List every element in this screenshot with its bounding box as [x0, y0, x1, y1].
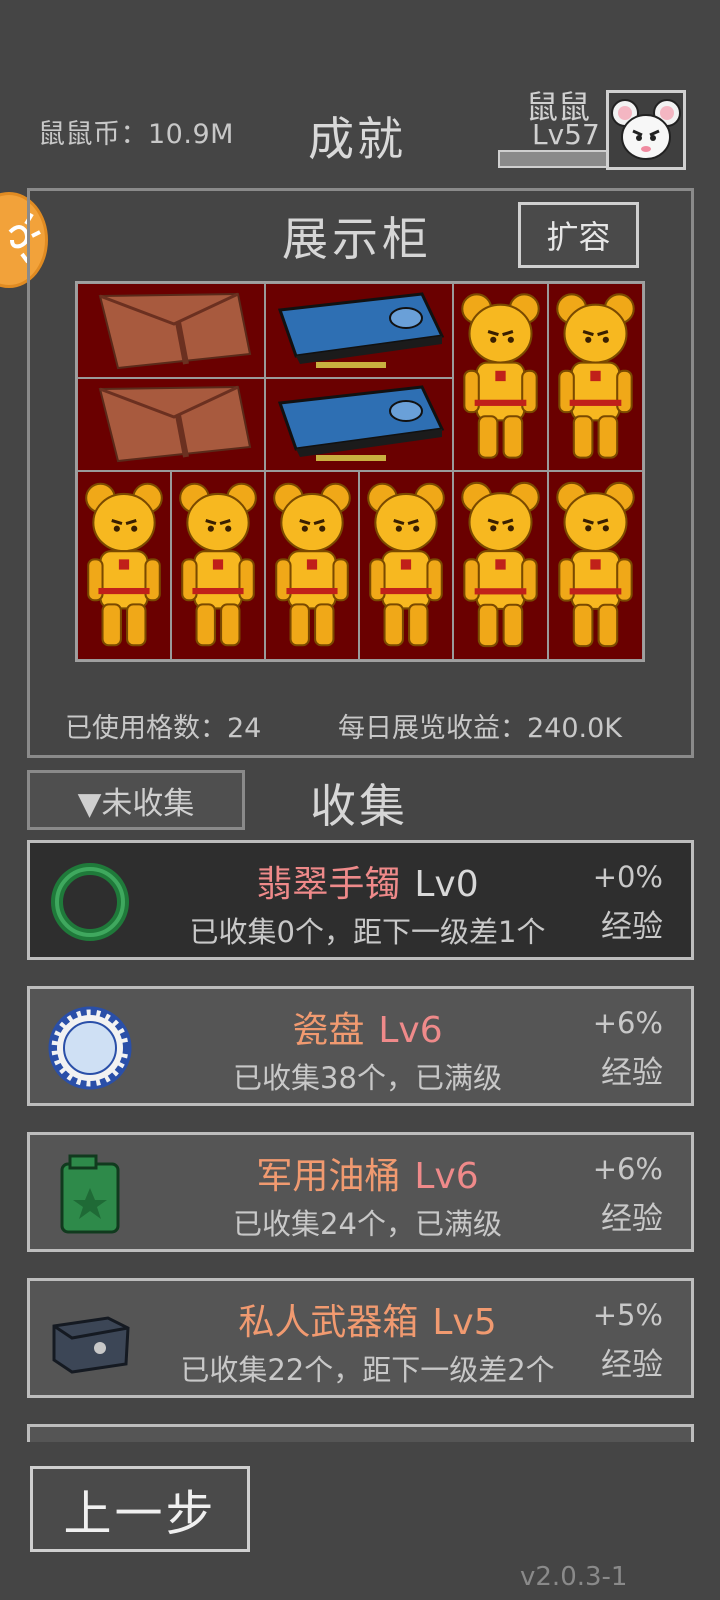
- gold-bear-icon: [367, 482, 445, 647]
- avatar[interactable]: [606, 90, 686, 170]
- showcase-slot[interactable]: [77, 471, 171, 660]
- weapon-case-icon: [52, 1316, 130, 1374]
- showcase-grid: [75, 281, 645, 662]
- item-bonus: +6%: [592, 1152, 663, 1186]
- exp-label: 经验: [601, 1055, 663, 1091]
- item-name: 军用油桶: [256, 1156, 401, 1197]
- porcelain-plate-icon: [48, 1006, 132, 1090]
- wallet-icon: [98, 385, 252, 463]
- item-status: 已收集0个，距下一级差1个: [189, 915, 546, 949]
- xp-progress-bar: [498, 150, 608, 168]
- collection-row[interactable]: 瓷盘 Lv6 已收集38个，已满级 +6% 经验: [27, 986, 694, 1106]
- item-level: Lv6: [378, 1010, 443, 1051]
- jerry-can-icon: [60, 1154, 120, 1234]
- item-bonus: +6%: [592, 1006, 663, 1040]
- item-bonus: +5%: [592, 1298, 663, 1332]
- collection-row[interactable]: 私人武器箱 Lv5 已收集22个，距下一级差2个 +5% 经验: [27, 1278, 694, 1398]
- showcase-slot[interactable]: [265, 471, 359, 660]
- item-level: Lv6: [414, 1156, 479, 1197]
- showcase-title: 展示柜: [282, 212, 432, 266]
- page-title: 成就: [308, 112, 406, 166]
- wallet-icon: [98, 292, 252, 370]
- collection-title: 收集: [310, 779, 408, 833]
- showcase-slot[interactable]: [171, 471, 265, 660]
- jade-bracelet-icon: [51, 863, 129, 941]
- item-name: 瓷盘: [292, 1010, 365, 1051]
- item-level: Lv0: [414, 864, 479, 905]
- item-name: 翡翠手镯: [256, 864, 401, 905]
- graphics-card-icon: [277, 385, 445, 461]
- version-label: v2.0.3-1: [520, 1562, 628, 1592]
- daily-income: 每日展览收益：240.0K: [338, 713, 623, 744]
- gold-bear-icon: [461, 293, 540, 459]
- showcase-slot[interactable]: [548, 283, 643, 471]
- player-level: Lv57: [532, 118, 600, 151]
- graphics-card-icon: [277, 292, 445, 368]
- collection-filter-dropdown[interactable]: ▼未收集: [27, 770, 245, 830]
- item-level: Lv5: [432, 1302, 497, 1343]
- gold-bear-icon: [461, 481, 540, 648]
- item-status: 已收集24个，已满级: [233, 1207, 502, 1241]
- showcase-slot[interactable]: [453, 283, 548, 471]
- gold-bear-icon: [85, 482, 163, 647]
- collection-row[interactable]: 翡翠手镯 Lv0 已收集0个，距下一级差1个 +0% 经验: [27, 840, 694, 960]
- showcase-slot[interactable]: [265, 283, 453, 378]
- showcase-slot[interactable]: [548, 471, 643, 660]
- showcase-slot[interactable]: [77, 378, 265, 471]
- collection-row[interactable]: [27, 1424, 694, 1442]
- used-cells-count: 已使用格数：24: [65, 713, 262, 744]
- exp-label: 经验: [601, 1347, 663, 1383]
- exp-label: 经验: [601, 1201, 663, 1237]
- item-status: 已收集22个，距下一级差2个: [180, 1353, 555, 1387]
- collection-row[interactable]: 军用油桶 Lv6 已收集24个，已满级 +6% 经验: [27, 1132, 694, 1252]
- back-button[interactable]: 上一步: [30, 1466, 250, 1552]
- item-name: 私人武器箱: [238, 1302, 419, 1343]
- item-bonus: +0%: [592, 860, 663, 894]
- gold-bear-icon: [556, 481, 635, 648]
- item-status: 已收集38个，已满级: [233, 1061, 502, 1095]
- showcase-slot[interactable]: [265, 378, 453, 471]
- expand-button[interactable]: 扩容: [518, 202, 639, 268]
- showcase-slot[interactable]: [453, 471, 548, 660]
- mouse-avatar-icon: [611, 99, 681, 160]
- exp-label: 经验: [601, 909, 663, 945]
- showcase-slot[interactable]: [359, 471, 453, 660]
- coin-balance: 鼠鼠币：10.9M: [38, 119, 234, 150]
- showcase-slot[interactable]: [77, 283, 265, 378]
- gold-bear-icon: [273, 482, 351, 647]
- gold-bear-icon: [556, 293, 635, 459]
- gold-bear-icon: [179, 482, 257, 647]
